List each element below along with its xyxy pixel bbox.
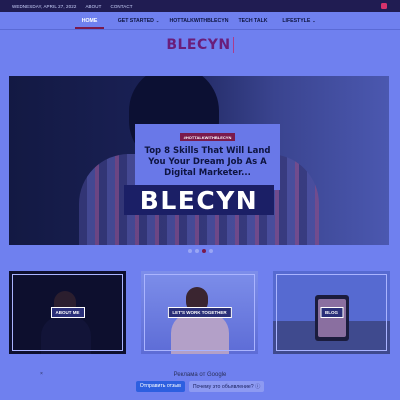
site-logo[interactable]: BLECYN	[0, 34, 400, 56]
card-about-me[interactable]: ABOUT ME	[9, 271, 126, 354]
slider-dot-active[interactable]	[201, 249, 206, 253]
top-info-bar: WEDNESDAY, APRIL 27, 2022 ABOUT CONTACT	[0, 0, 400, 12]
nav-tech-talk[interactable]: TECH TALK	[236, 12, 270, 29]
hero-post-card[interactable]: #HOTTALKWITHBLECYN Top 8 Skills That Wil…	[135, 124, 280, 190]
instagram-icon[interactable]	[381, 3, 387, 9]
card-blog[interactable]: BLOG	[273, 271, 390, 354]
hero-slider[interactable]: #HOTTALKWITHBLECYN Top 8 Skills That Wil…	[9, 76, 389, 245]
nav-get-started-label: GET STARTED	[117, 17, 154, 24]
slider-dot[interactable]	[187, 249, 192, 253]
nav-hottalk-label: HOTTALKWITHBLECYN	[169, 17, 229, 24]
why-this-ad-button[interactable]: Почему это объявление? ⓘ	[188, 381, 265, 392]
hero-category-tag[interactable]: #HOTTALKWITHBLECYN	[179, 133, 236, 141]
slider-dot[interactable]	[194, 249, 199, 253]
card-about-me-label[interactable]: ABOUT ME	[50, 307, 85, 318]
ad-actions: Отправить отзыв Почему это объявление? ⓘ	[0, 381, 400, 392]
card-work-together-label[interactable]: LET'S WORK TOGETHER	[167, 307, 232, 318]
nav-hottalkwithblecyn[interactable]: HOTTALKWITHBLECYN	[167, 12, 231, 29]
logo-text: BLECYN	[166, 37, 234, 53]
contact-link[interactable]: CONTACT	[110, 4, 132, 9]
date-text: WEDNESDAY, APRIL 27, 2022	[12, 3, 77, 9]
nav-get-started[interactable]: GET STARTED ⌄	[111, 12, 166, 29]
slider-dots	[0, 249, 400, 253]
nav-tech-talk-label: TECH TALK	[238, 17, 268, 24]
main-navigation: HOME GET STARTED ⌄ HOTTALKWITHBLECYN TEC…	[0, 12, 400, 30]
chevron-down-icon: ⌄	[155, 18, 160, 23]
card-blog-label[interactable]: BLOG	[320, 307, 343, 318]
chevron-down-icon: ⌄	[312, 18, 316, 23]
card-work-together[interactable]: LET'S WORK TOGETHER	[141, 271, 258, 354]
watermark-logo: BLECYN	[124, 185, 274, 215]
send-feedback-button[interactable]: Отправить отзыв	[135, 381, 185, 392]
hero-post-title[interactable]: Top 8 Skills That Will Land You Your Dre…	[144, 146, 272, 179]
nav-home-label: HOME	[81, 17, 98, 24]
nav-home[interactable]: HOME	[75, 12, 104, 29]
slider-dot[interactable]	[208, 249, 213, 253]
nav-lifestyle[interactable]: LIFESTYLE ⌄	[279, 12, 319, 29]
ad-label: Реклама от Google	[173, 372, 227, 378]
about-link[interactable]: ABOUT	[85, 4, 101, 9]
nav-lifestyle-label: LIFESTYLE	[282, 17, 311, 24]
